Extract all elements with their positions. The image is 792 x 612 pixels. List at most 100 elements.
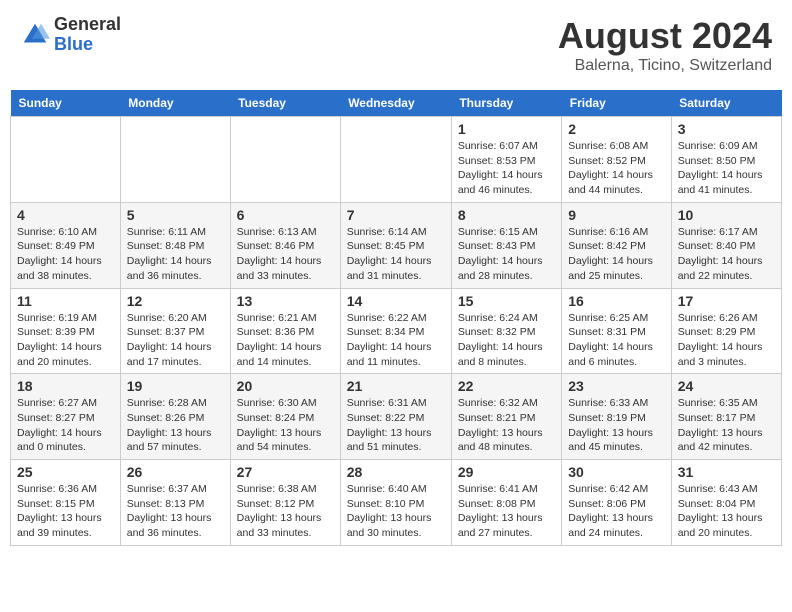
day-number: 20 — [237, 378, 334, 394]
day-number: 15 — [458, 293, 555, 309]
day-info: Sunrise: 6:33 AM Sunset: 8:19 PM Dayligh… — [568, 396, 664, 455]
day-number: 27 — [237, 464, 334, 480]
column-header-saturday: Saturday — [671, 90, 781, 117]
day-number: 1 — [458, 121, 555, 137]
day-info: Sunrise: 6:24 AM Sunset: 8:32 PM Dayligh… — [458, 311, 555, 370]
calendar-cell: 18Sunrise: 6:27 AM Sunset: 8:27 PM Dayli… — [11, 374, 121, 460]
day-info: Sunrise: 6:22 AM Sunset: 8:34 PM Dayligh… — [347, 311, 445, 370]
day-number: 25 — [17, 464, 114, 480]
calendar-cell: 8 Sunrise: 6:15 AM Sunset: 8:43 PM Daylig… — [451, 202, 561, 288]
calendar-cell — [340, 117, 451, 203]
calendar-cell: 7Sunrise: 6:14 AM Sunset: 8:45 PM Daylig… — [340, 202, 451, 288]
day-info: Sunrise: 6:14 AM Sunset: 8:45 PM Dayligh… — [347, 225, 445, 284]
calendar-cell — [230, 117, 340, 203]
day-number: 31 — [678, 464, 775, 480]
day-info: Sunrise: 6:27 AM Sunset: 8:27 PM Dayligh… — [17, 396, 114, 455]
calendar-cell: 12Sunrise: 6:20 AM Sunset: 8:37 PM Dayli… — [120, 288, 230, 374]
title-area: August 2024 Balerna, Ticino, Switzerland — [558, 15, 772, 75]
location-title: Balerna, Ticino, Switzerland — [558, 57, 772, 75]
calendar-cell: 5 Sunrise: 6:11 AM Sunset: 8:48 PM Daylig… — [120, 202, 230, 288]
day-info: Sunrise: 6:36 AM Sunset: 8:15 PM Dayligh… — [17, 482, 114, 541]
calendar-cell: 6 Sunrise: 6:13 AM Sunset: 8:46 PM Daylig… — [230, 202, 340, 288]
calendar-cell: 31 Sunrise: 6:43 AM Sunset: 8:04 PM Dayli… — [671, 460, 781, 546]
calendar-cell: 14 Sunrise: 6:22 AM Sunset: 8:34 PM Dayli… — [340, 288, 451, 374]
day-number: 3 — [678, 121, 775, 137]
calendar-cell: 17Sunrise: 6:26 AM Sunset: 8:29 PM Dayli… — [671, 288, 781, 374]
calendar-cell: 27 Sunrise: 6:38 AM Sunset: 8:12 PM Dayli… — [230, 460, 340, 546]
day-info: Sunrise: 6:30 AM Sunset: 8:24 PM Dayligh… — [237, 396, 334, 455]
calendar-cell: 19 Sunrise: 6:28 AM Sunset: 8:26 PM Dayli… — [120, 374, 230, 460]
logo-icon — [20, 20, 50, 50]
day-info: Sunrise: 6:38 AM Sunset: 8:12 PM Dayligh… — [237, 482, 334, 541]
day-info: Sunrise: 6:13 AM Sunset: 8:46 PM Dayligh… — [237, 225, 334, 284]
day-info: Sunrise: 6:31 AM Sunset: 8:22 PM Dayligh… — [347, 396, 445, 455]
calendar-cell: 10 Sunrise: 6:17 AM Sunset: 8:40 PM Dayli… — [671, 202, 781, 288]
calendar-cell: 11 Sunrise: 6:19 AM Sunset: 8:39 PM Dayli… — [11, 288, 121, 374]
calendar-week-row: 1Sunrise: 6:07 AM Sunset: 8:53 PM Daylig… — [11, 117, 782, 203]
calendar-cell: 2 Sunrise: 6:08 AM Sunset: 8:52 PM Daylig… — [562, 117, 671, 203]
calendar-cell: 28 Sunrise: 6:40 AM Sunset: 8:10 PM Dayli… — [340, 460, 451, 546]
day-number: 22 — [458, 378, 555, 394]
month-title: August 2024 — [558, 15, 772, 57]
day-number: 26 — [127, 464, 224, 480]
calendar-header-row: SundayMondayTuesdayWednesdayThursdayFrid… — [11, 90, 782, 117]
day-number: 28 — [347, 464, 445, 480]
day-info: Sunrise: 6:25 AM Sunset: 8:31 PM Dayligh… — [568, 311, 664, 370]
calendar-cell: 15 Sunrise: 6:24 AM Sunset: 8:32 PM Dayli… — [451, 288, 561, 374]
day-number: 21 — [347, 378, 445, 394]
calendar-cell — [120, 117, 230, 203]
day-number: 11 — [17, 293, 114, 309]
day-number: 14 — [347, 293, 445, 309]
day-number: 17 — [678, 293, 775, 309]
day-number: 5 — [127, 207, 224, 223]
calendar-cell: 30Sunrise: 6:42 AM Sunset: 8:06 PM Dayli… — [562, 460, 671, 546]
calendar-week-row: 4Sunrise: 6:10 AM Sunset: 8:49 PM Daylig… — [11, 202, 782, 288]
day-info: Sunrise: 6:35 AM Sunset: 8:17 PM Dayligh… — [678, 396, 775, 455]
day-info: Sunrise: 6:42 AM Sunset: 8:06 PM Dayligh… — [568, 482, 664, 541]
day-number: 4 — [17, 207, 114, 223]
day-number: 8 — [458, 207, 555, 223]
day-number: 19 — [127, 378, 224, 394]
calendar-table: SundayMondayTuesdayWednesdayThursdayFrid… — [10, 90, 782, 546]
column-header-sunday: Sunday — [11, 90, 121, 117]
calendar-cell: 20 Sunrise: 6:30 AM Sunset: 8:24 PM Dayli… — [230, 374, 340, 460]
day-number: 2 — [568, 121, 664, 137]
day-info: Sunrise: 6:17 AM Sunset: 8:40 PM Dayligh… — [678, 225, 775, 284]
calendar-cell — [11, 117, 121, 203]
day-number: 12 — [127, 293, 224, 309]
day-info: Sunrise: 6:09 AM Sunset: 8:50 PM Dayligh… — [678, 139, 775, 198]
day-info: Sunrise: 6:28 AM Sunset: 8:26 PM Dayligh… — [127, 396, 224, 455]
day-number: 16 — [568, 293, 664, 309]
calendar-cell: 21 Sunrise: 6:31 AM Sunset: 8:22 PM Dayli… — [340, 374, 451, 460]
header: General Blue August 2024 Balerna, Ticino… — [10, 10, 782, 80]
day-number: 24 — [678, 378, 775, 394]
calendar-cell: 1Sunrise: 6:07 AM Sunset: 8:53 PM Daylig… — [451, 117, 561, 203]
calendar-week-row: 18Sunrise: 6:27 AM Sunset: 8:27 PM Dayli… — [11, 374, 782, 460]
day-number: 9 — [568, 207, 664, 223]
logo-general-text: General — [54, 15, 121, 35]
calendar-cell: 25 Sunrise: 6:36 AM Sunset: 8:15 PM Dayli… — [11, 460, 121, 546]
calendar-week-row: 25 Sunrise: 6:36 AM Sunset: 8:15 PM Dayli… — [11, 460, 782, 546]
day-number: 10 — [678, 207, 775, 223]
column-header-monday: Monday — [120, 90, 230, 117]
calendar-cell: 4Sunrise: 6:10 AM Sunset: 8:49 PM Daylig… — [11, 202, 121, 288]
day-info: Sunrise: 6:11 AM Sunset: 8:48 PM Dayligh… — [127, 225, 224, 284]
day-info: Sunrise: 6:43 AM Sunset: 8:04 PM Dayligh… — [678, 482, 775, 541]
calendar-week-row: 11 Sunrise: 6:19 AM Sunset: 8:39 PM Dayli… — [11, 288, 782, 374]
day-info: Sunrise: 6:19 AM Sunset: 8:39 PM Dayligh… — [17, 311, 114, 370]
calendar-cell: 13Sunrise: 6:21 AM Sunset: 8:36 PM Dayli… — [230, 288, 340, 374]
day-info: Sunrise: 6:15 AM Sunset: 8:43 PM Dayligh… — [458, 225, 555, 284]
day-info: Sunrise: 6:40 AM Sunset: 8:10 PM Dayligh… — [347, 482, 445, 541]
calendar-cell: 24 Sunrise: 6:35 AM Sunset: 8:17 PM Dayli… — [671, 374, 781, 460]
day-number: 13 — [237, 293, 334, 309]
logo: General Blue — [20, 15, 121, 55]
calendar-cell: 29 Sunrise: 6:41 AM Sunset: 8:08 PM Dayli… — [451, 460, 561, 546]
column-header-friday: Friday — [562, 90, 671, 117]
day-info: Sunrise: 6:16 AM Sunset: 8:42 PM Dayligh… — [568, 225, 664, 284]
day-info: Sunrise: 6:08 AM Sunset: 8:52 PM Dayligh… — [568, 139, 664, 198]
day-number: 29 — [458, 464, 555, 480]
day-info: Sunrise: 6:41 AM Sunset: 8:08 PM Dayligh… — [458, 482, 555, 541]
day-number: 6 — [237, 207, 334, 223]
logo-blue-text: Blue — [54, 35, 121, 55]
day-info: Sunrise: 6:32 AM Sunset: 8:21 PM Dayligh… — [458, 396, 555, 455]
